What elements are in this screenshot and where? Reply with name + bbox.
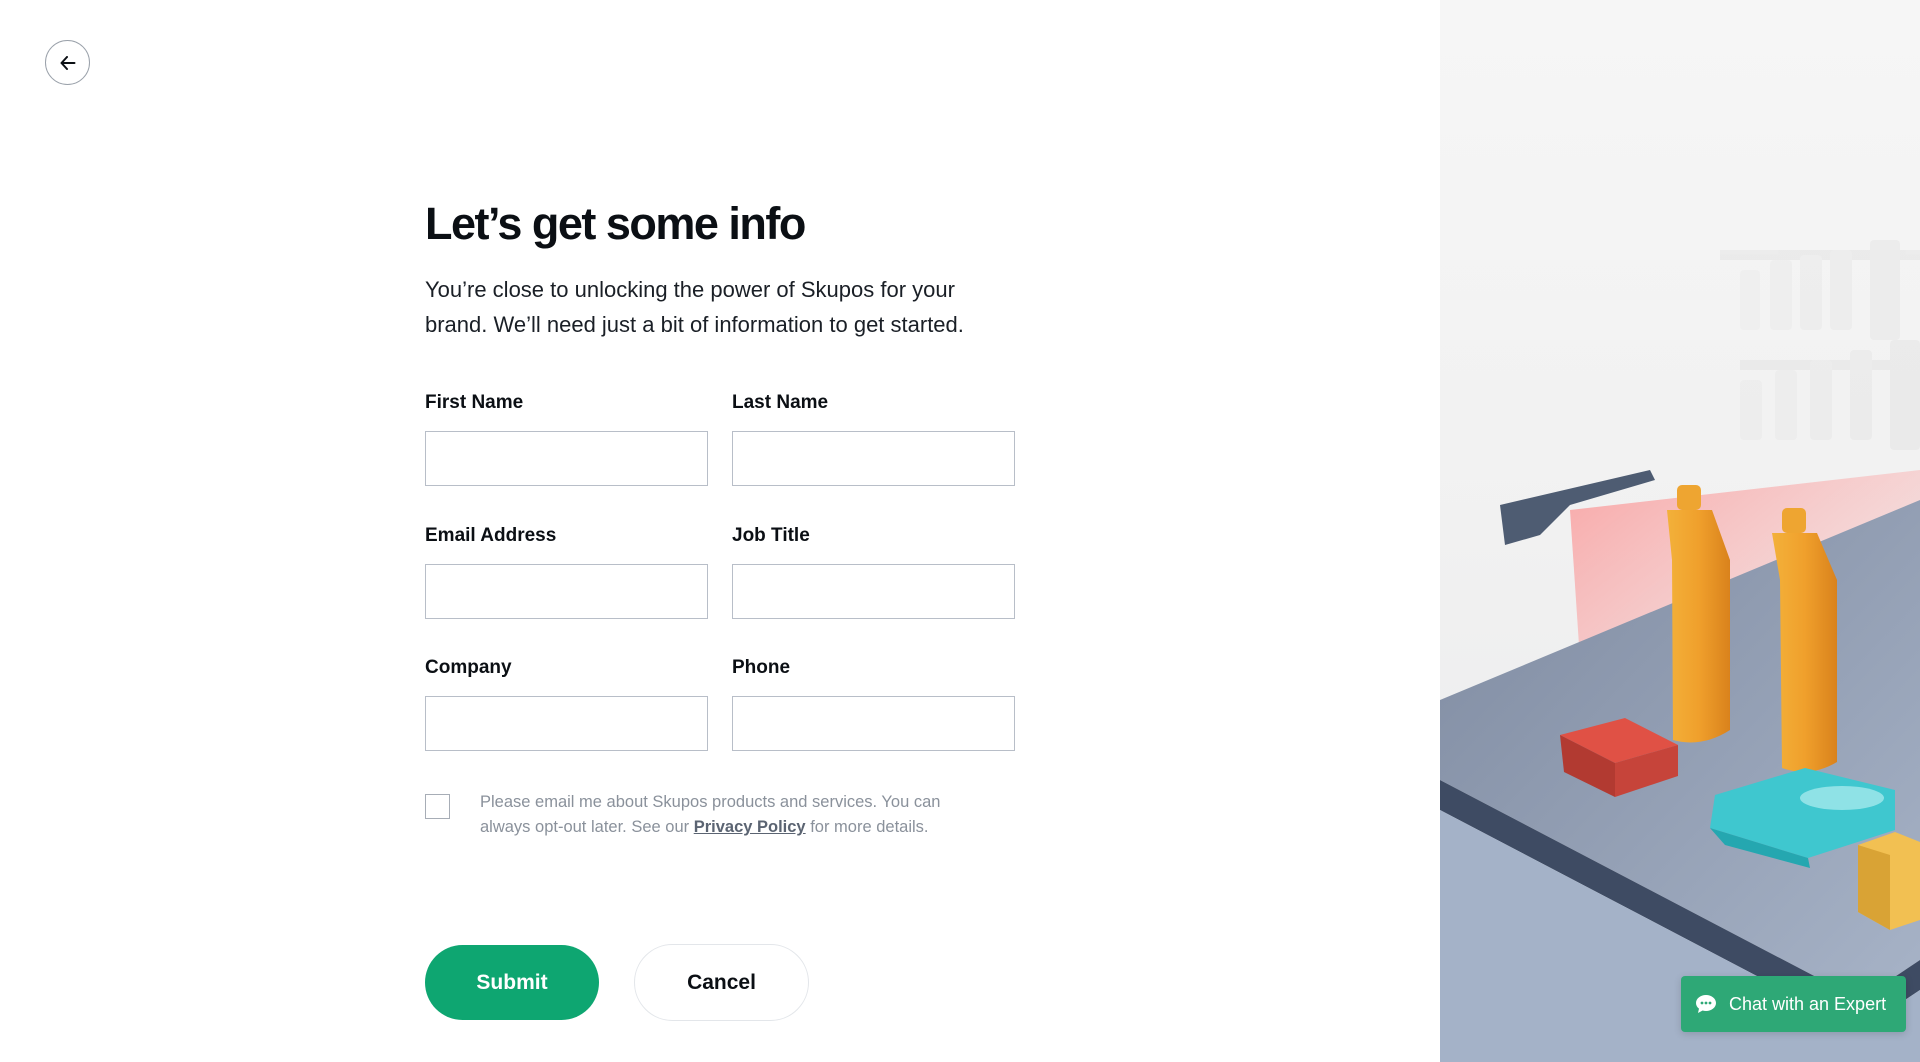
- consent-text: Please email me about Skupos products an…: [480, 790, 980, 840]
- email-group: Email Address: [425, 525, 708, 619]
- signup-form: Let’s get some info You’re close to unlo…: [425, 196, 1015, 1021]
- first-name-label: First Name: [425, 392, 524, 413]
- privacy-policy-link[interactable]: Privacy Policy: [694, 818, 806, 836]
- job-title-input[interactable]: [732, 564, 1015, 619]
- chat-button-label: Chat with an Expert: [1729, 993, 1887, 1014]
- retail-shelf-illustration: [1440, 240, 1920, 1062]
- phone-group: Phone: [732, 657, 1015, 751]
- background-shelves-decoration: [1720, 240, 1920, 450]
- phone-input[interactable]: [732, 696, 1015, 751]
- hero-illustration: [1440, 0, 1920, 1062]
- page-title: Let’s get some info: [425, 198, 806, 249]
- arrow-left-icon: [60, 55, 75, 70]
- email-input[interactable]: [425, 564, 708, 619]
- first-name-input[interactable]: [425, 431, 708, 486]
- back-button[interactable]: [45, 40, 90, 85]
- company-group: Company: [425, 657, 708, 751]
- job-title-group: Job Title: [732, 525, 1015, 619]
- submit-button[interactable]: Submit: [425, 945, 599, 1020]
- page-subtitle: You’re close to unlocking the power of S…: [425, 277, 964, 337]
- job-title-label: Job Title: [732, 525, 810, 546]
- last-name-group: Last Name: [732, 392, 1015, 486]
- last-name-input[interactable]: [732, 431, 1015, 486]
- yellow-box-icon: [1858, 832, 1920, 930]
- phone-label: Phone: [732, 657, 791, 678]
- consent-checkbox[interactable]: [425, 794, 450, 819]
- first-name-group: First Name: [425, 392, 708, 486]
- last-name-label: Last Name: [732, 392, 829, 413]
- email-label: Email Address: [425, 525, 557, 546]
- chat-bubble-icon: [1696, 995, 1716, 1013]
- company-input[interactable]: [425, 696, 708, 751]
- cancel-button[interactable]: Cancel: [634, 944, 809, 1021]
- company-label: Company: [425, 657, 512, 678]
- chat-with-expert-button[interactable]: Chat with an Expert: [1681, 976, 1906, 1032]
- consent-text-after: for more details.: [805, 818, 929, 836]
